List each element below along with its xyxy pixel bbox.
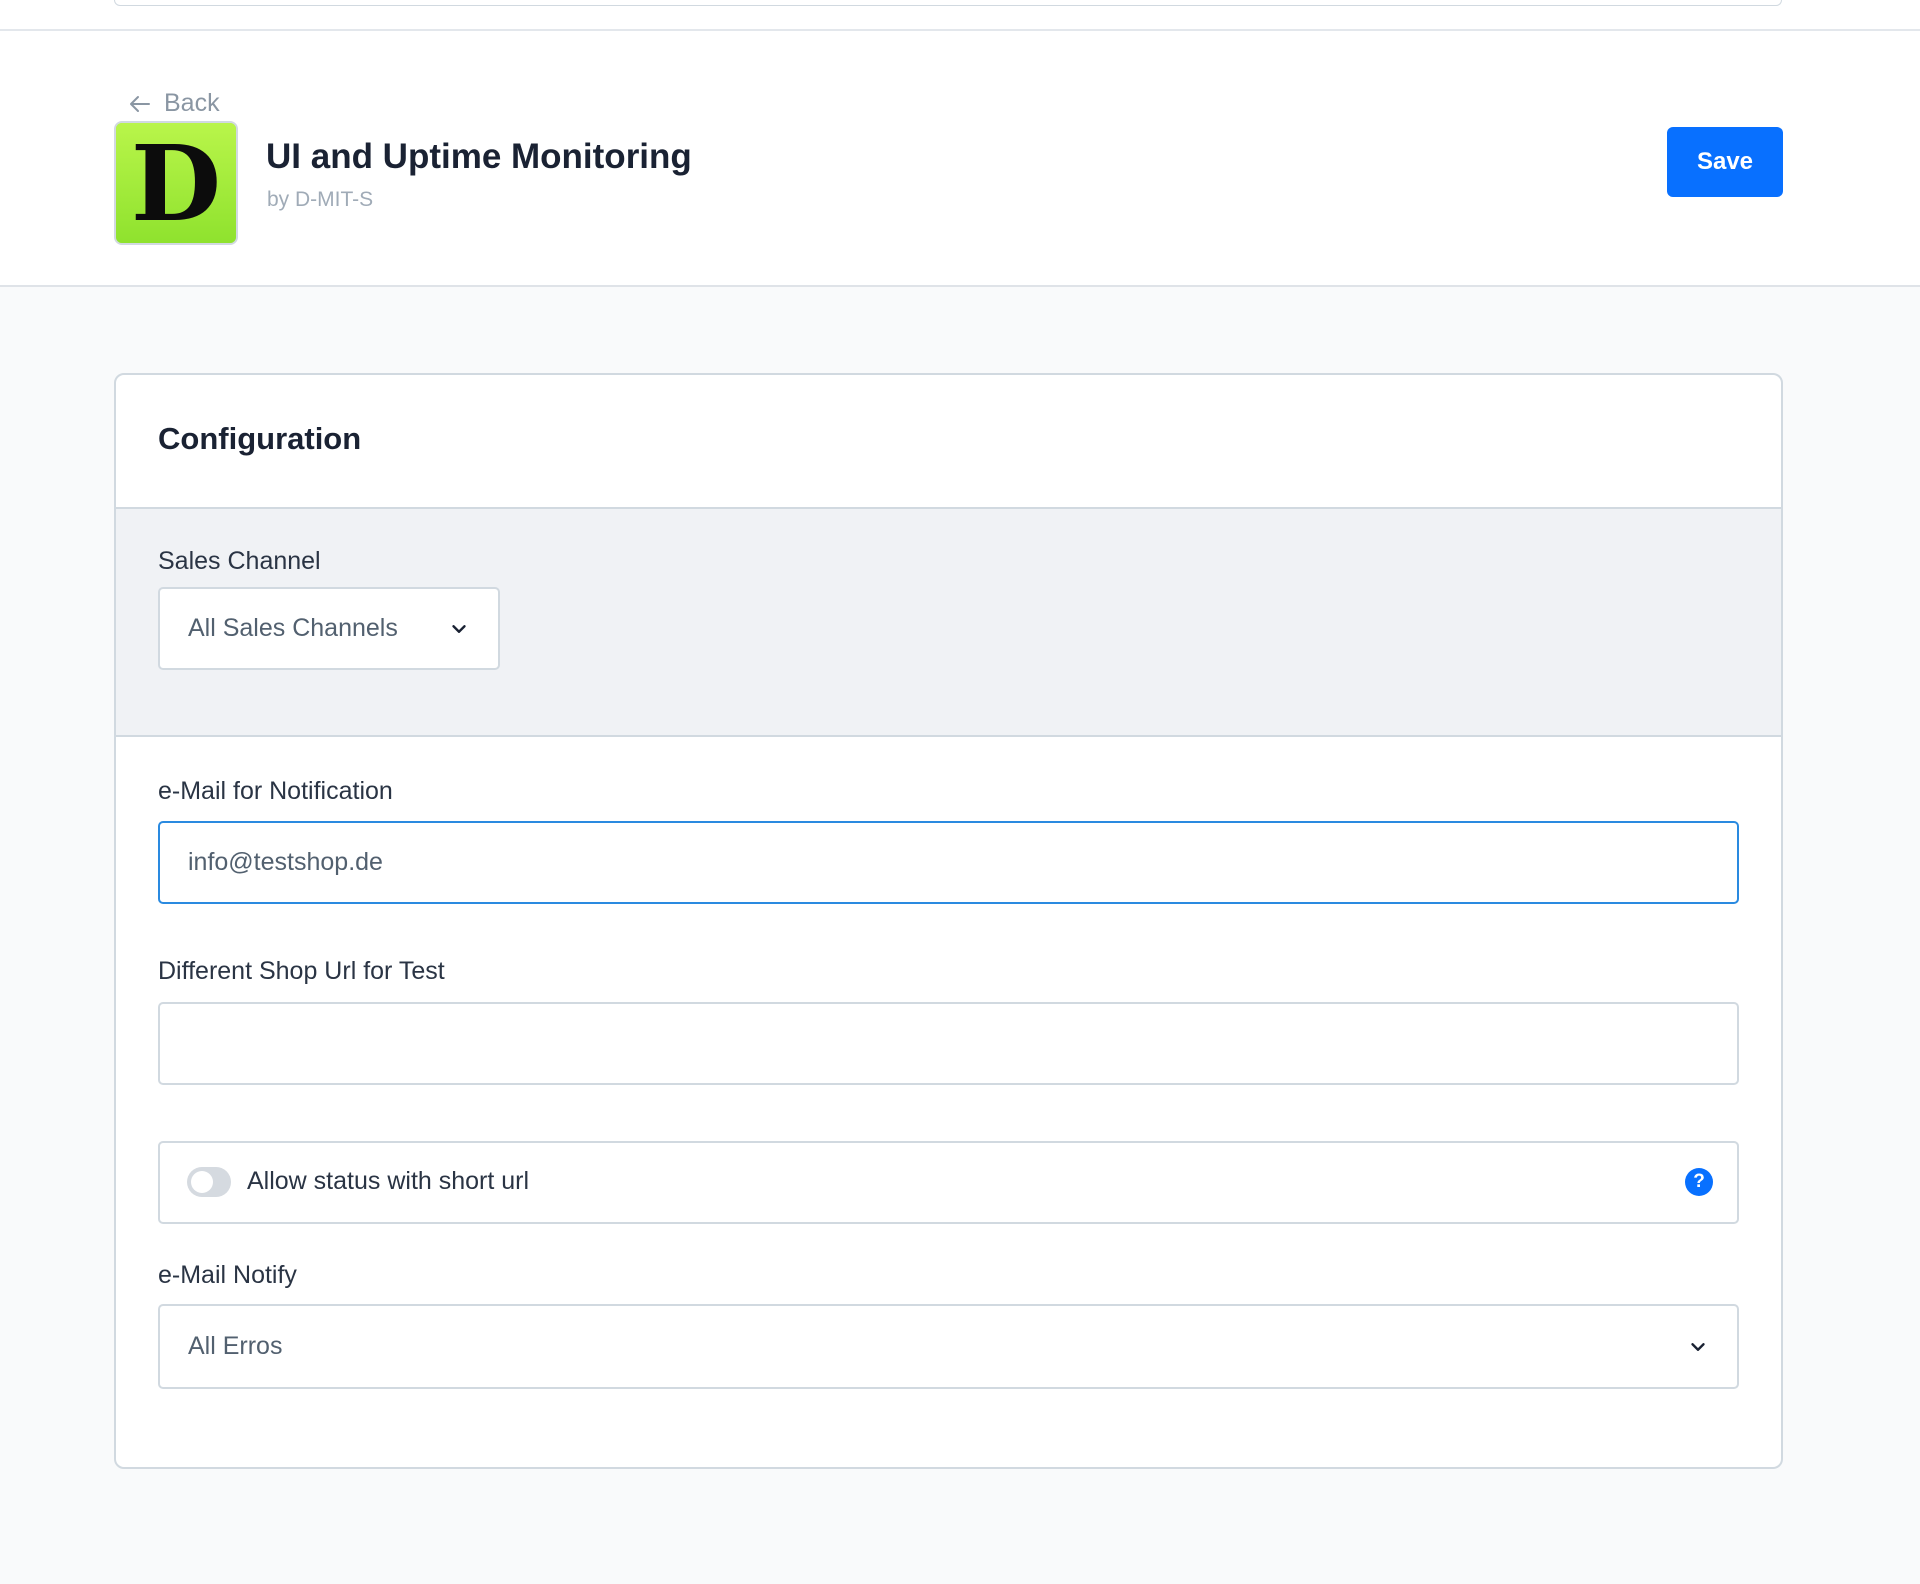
toggle-knob <box>191 1171 213 1193</box>
app-author: by D-MIT-S <box>267 188 374 211</box>
short-url-toggle[interactable] <box>187 1167 231 1197</box>
email-notify-select[interactable]: All Erros <box>158 1304 1739 1389</box>
back-link[interactable]: Back <box>128 89 220 118</box>
sales-channel-section: Sales Channel All Sales Channels <box>116 507 1781 737</box>
previous-card-edge <box>114 0 1782 6</box>
sales-channel-label: Sales Channel <box>158 547 321 575</box>
card-title: Configuration <box>158 421 362 456</box>
email-notification-input[interactable] <box>158 821 1739 904</box>
shop-url-input[interactable] <box>158 1002 1739 1085</box>
back-label: Back <box>164 89 220 117</box>
chevron-down-icon <box>1691 1342 1705 1351</box>
sales-channel-value: All Sales Channels <box>188 614 398 642</box>
arrow-left-icon <box>130 95 150 112</box>
app-logo: D <box>114 121 238 245</box>
short-url-toggle-label: Allow status with short url <box>247 1167 530 1195</box>
logo-letter: D <box>131 123 221 243</box>
email-notify-value: All Erros <box>188 1332 283 1360</box>
logo-graphic: D <box>116 123 236 243</box>
shop-url-label: Different Shop Url for Test <box>158 957 445 985</box>
configuration-card: Configuration Sales Channel All Sales Ch… <box>114 373 1783 1469</box>
email-notification-label: e-Mail for Notification <box>158 777 393 805</box>
short-url-toggle-row: Allow status with short url ? <box>158 1141 1739 1224</box>
chevron-down-icon <box>452 624 466 633</box>
help-icon[interactable]: ? <box>1685 1168 1713 1196</box>
previous-section-strip <box>0 0 1920 31</box>
sales-channel-select[interactable]: All Sales Channels <box>158 587 500 670</box>
save-button[interactable]: Save <box>1667 127 1783 197</box>
page-header: Back D UI and Uptime Monitoring by D-MIT… <box>0 31 1920 287</box>
email-notify-label: e-Mail Notify <box>158 1261 297 1289</box>
app-title: UI and Uptime Monitoring <box>266 137 692 176</box>
